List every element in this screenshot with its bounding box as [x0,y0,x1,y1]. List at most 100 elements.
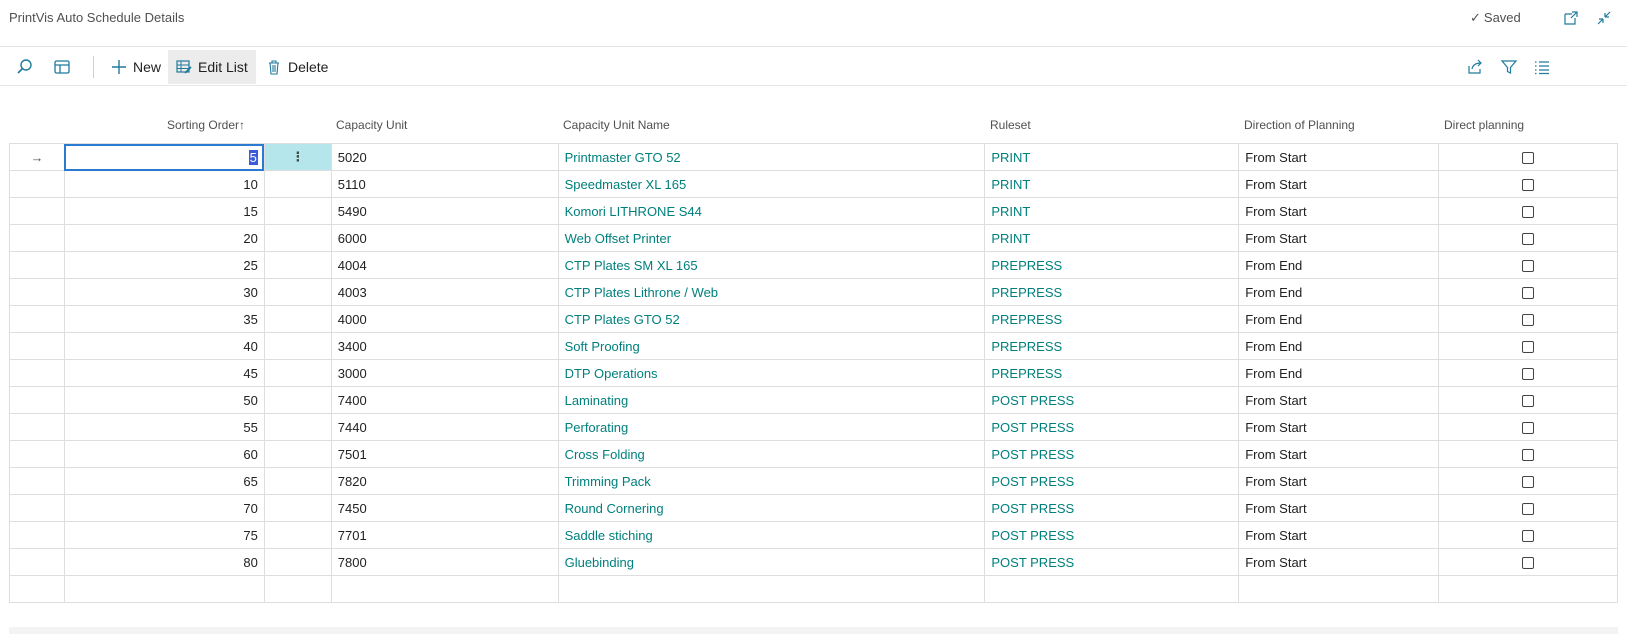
sorting-order-cell[interactable]: 45 [63,359,265,387]
sorting-order-cell[interactable]: 75 [63,521,265,549]
table-row[interactable]: 55 7440 Perforating POST PRESS From Start [9,413,1618,441]
table-row[interactable]: 70 7450 Round Cornering POST PRESS From Star… [9,494,1618,522]
sorting-order-cell[interactable]: 50 [63,386,265,414]
ruleset-link[interactable]: POST PRESS [984,494,1240,522]
table-row[interactable]: → 5 ⋮ 5020 Printmaster GTO 52 PRINT From Start [9,143,1618,171]
capacity-unit-name-link[interactable]: Komori LITHRONE S44 [557,197,986,225]
capacity-unit-cell[interactable]: 3000 [330,359,559,387]
direct-planning-checkbox[interactable] [1522,395,1535,408]
table-row[interactable]: 35 4000 CTP Plates GTO 52 PREPRESS From End [9,305,1618,333]
empty-cell[interactable] [984,575,1240,603]
direct-planning-checkbox[interactable] [1522,206,1535,219]
column-header-ruleset[interactable]: Ruleset [990,118,1031,132]
direct-planning-cell[interactable] [1438,278,1618,306]
empty-cell[interactable] [330,575,559,603]
sorting-order-cell[interactable]: 55 [63,413,265,441]
table-row[interactable]: 40 3400 Soft Proofing PREPRESS From End [9,332,1618,360]
row-indicator[interactable] [9,305,65,333]
direct-planning-checkbox[interactable] [1522,530,1535,543]
direct-planning-cell[interactable] [1438,494,1618,522]
direction-of-planning-cell[interactable]: From Start [1238,440,1440,468]
direct-planning-checkbox[interactable] [1522,422,1535,435]
direct-planning-cell[interactable] [1438,359,1618,387]
sorting-order-cell[interactable]: 80 [63,548,265,576]
ruleset-link[interactable]: PRINT [984,143,1240,171]
direction-of-planning-cell[interactable]: From Start [1238,494,1440,522]
direct-planning-checkbox[interactable] [1522,287,1535,300]
table-row[interactable]: 20 6000 Web Offset Printer PRINT From Start [9,224,1618,252]
capacity-unit-cell[interactable]: 4003 [330,278,559,306]
direction-of-planning-cell[interactable]: From Start [1238,143,1440,171]
ruleset-link[interactable]: POST PRESS [984,467,1240,495]
direct-planning-cell[interactable] [1438,521,1618,549]
sorting-order-cell[interactable]: 5 [63,143,265,171]
ruleset-link[interactable]: PRINT [984,197,1240,225]
direction-of-planning-cell[interactable]: From End [1238,332,1440,360]
sorting-order-cell[interactable]: 35 [63,305,265,333]
row-actions-cell[interactable] [263,440,332,468]
row-indicator[interactable] [9,413,65,441]
ruleset-link[interactable]: POST PRESS [984,548,1240,576]
table-row[interactable]: 10 5110 Speedmaster XL 165 PRINT From Start [9,170,1618,198]
ruleset-link[interactable]: POST PRESS [984,440,1240,468]
row-actions-cell[interactable] [263,359,332,387]
direction-of-planning-cell[interactable]: From End [1238,359,1440,387]
table-row[interactable]: 65 7820 Trimming Pack POST PRESS From Start [9,467,1618,495]
sorting-order-cell[interactable]: 60 [63,440,265,468]
capacity-unit-cell[interactable]: 7701 [330,521,559,549]
new-button[interactable]: New [103,50,169,84]
capacity-unit-cell[interactable]: 7800 [330,548,559,576]
direct-planning-cell[interactable] [1438,197,1618,225]
direct-planning-checkbox[interactable] [1522,503,1535,516]
direction-of-planning-cell[interactable]: From Start [1238,521,1440,549]
row-actions-cell[interactable] [263,197,332,225]
new-row[interactable] [9,575,1618,603]
table-row[interactable]: 60 7501 Cross Folding POST PRESS From Start [9,440,1618,468]
column-header-direction-of-planning[interactable]: Direction of Planning [1244,118,1355,132]
table-row[interactable]: 25 4004 CTP Plates SM XL 165 PREPRESS From E… [9,251,1618,279]
capacity-unit-name-link[interactable]: Perforating [557,413,986,441]
row-actions-cell[interactable]: ⋮ [263,143,332,171]
row-indicator[interactable] [9,467,65,495]
row-actions-cell[interactable] [263,224,332,252]
capacity-unit-cell[interactable]: 3400 [330,332,559,360]
row-indicator[interactable] [9,548,65,576]
table-row[interactable]: 80 7800 Gluebinding POST PRESS From Start [9,548,1618,576]
direction-of-planning-cell[interactable]: From Start [1238,548,1440,576]
table-row[interactable]: 15 5490 Komori LITHRONE S44 PRINT From Start [9,197,1618,225]
row-actions-cell[interactable] [263,251,332,279]
row-indicator[interactable] [9,494,65,522]
direct-planning-cell[interactable] [1438,143,1618,171]
empty-cell[interactable] [1438,575,1618,603]
direction-of-planning-cell[interactable]: From Start [1238,467,1440,495]
row-indicator[interactable] [9,197,65,225]
direct-planning-cell[interactable] [1438,332,1618,360]
capacity-unit-name-link[interactable]: Web Offset Printer [557,224,986,252]
capacity-unit-cell[interactable]: 7400 [330,386,559,414]
layout-icon[interactable] [53,58,71,76]
direct-planning-cell[interactable] [1438,251,1618,279]
direct-planning-cell[interactable] [1438,413,1618,441]
direction-of-planning-cell[interactable]: From Start [1238,386,1440,414]
table-row[interactable]: 75 7701 Saddle stiching POST PRESS From Star… [9,521,1618,549]
direct-planning-checkbox[interactable] [1522,233,1535,246]
direct-planning-checkbox[interactable] [1522,476,1535,489]
ruleset-link[interactable]: PREPRESS [984,332,1240,360]
capacity-unit-name-link[interactable]: Gluebinding [557,548,986,576]
direct-planning-checkbox[interactable] [1522,179,1535,192]
sorting-order-cell[interactable]: 30 [63,278,265,306]
open-in-new-window-icon[interactable] [1562,9,1580,27]
capacity-unit-name-link[interactable]: CTP Plates GTO 52 [557,305,986,333]
direction-of-planning-cell[interactable]: From End [1238,278,1440,306]
row-indicator[interactable] [9,359,65,387]
direct-planning-checkbox[interactable] [1522,368,1535,381]
row-indicator[interactable] [9,278,65,306]
row-indicator[interactable] [9,170,65,198]
list-view-icon[interactable] [1533,58,1551,76]
row-actions-cell[interactable] [263,521,332,549]
row-actions-cell[interactable] [263,548,332,576]
column-header-capacity-unit[interactable]: Capacity Unit [336,118,407,132]
sorting-order-cell[interactable]: 20 [63,224,265,252]
delete-button[interactable]: Delete [258,50,336,84]
direction-of-planning-cell[interactable]: From Start [1238,170,1440,198]
